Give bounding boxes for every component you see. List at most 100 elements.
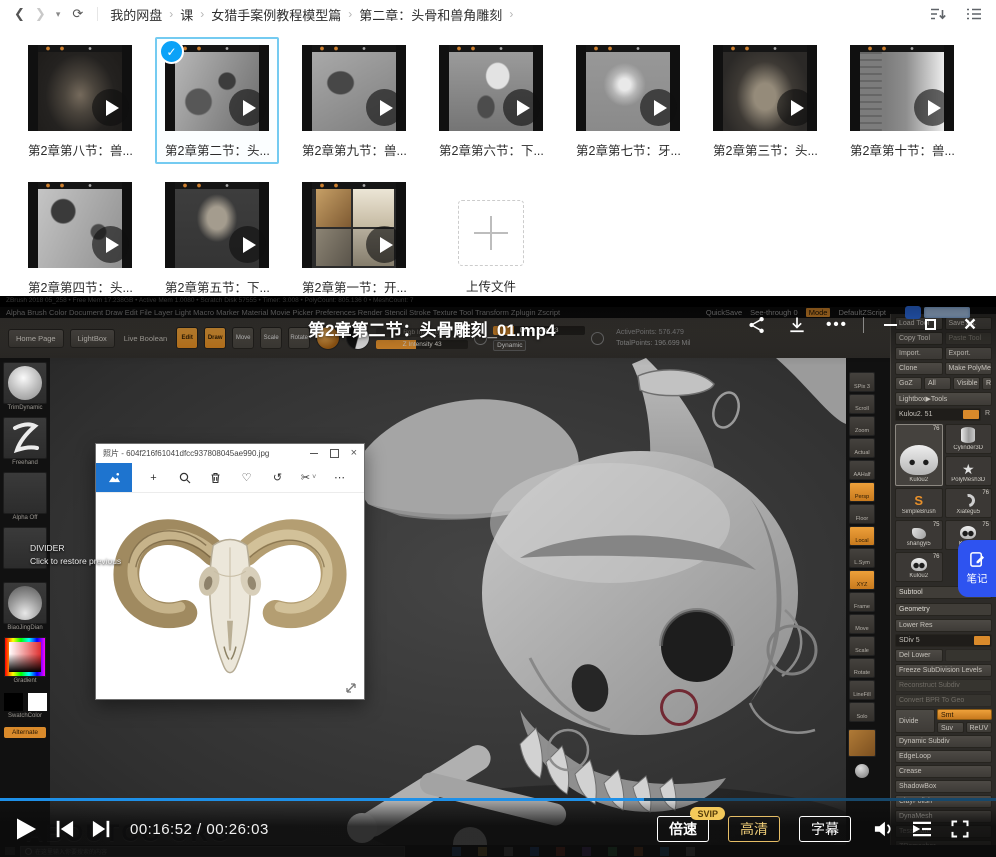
r-toggle: R (983, 408, 992, 421)
video-thumbnail[interactable] (576, 45, 680, 131)
file-card[interactable]: 第2章第六节：下... (439, 45, 543, 159)
tooltip-title: DIVIDER (30, 542, 121, 555)
tool-kulou2-selected: 76Kulou2 (895, 424, 943, 486)
volume-button[interactable] (870, 816, 897, 843)
file-card[interactable]: 第2章第一节：开... (302, 182, 406, 296)
color-swatches (3, 692, 48, 712)
breadcrumb-folder-1[interactable]: 课 (180, 5, 193, 24)
see-all-photos-icon (96, 463, 132, 492)
breadcrumb-folder-2[interactable]: 女猎手案例教程模型篇 (211, 5, 341, 24)
video-thumbnail[interactable]: ✓ (165, 45, 269, 131)
lsym-button: L.Sym (849, 548, 875, 568)
video-thumbnail[interactable] (302, 45, 406, 131)
refresh-button[interactable]: ⟳ (72, 0, 83, 28)
file-card[interactable]: 第2章第九节：兽... (302, 45, 406, 159)
video-thumbnail[interactable] (28, 182, 132, 268)
minimize-button[interactable] (870, 324, 910, 326)
file-card[interactable]: 第2章第三节：头... (713, 45, 817, 159)
file-name: 第2章第七节：牙... (576, 140, 680, 159)
note-label: 笔记 (967, 571, 988, 586)
upload-tile[interactable]: 上传文件 (439, 182, 543, 296)
video-title: 第2章第二节：头骨雕刻_01.mp4 (308, 316, 556, 341)
video-thumbnail[interactable] (28, 45, 132, 131)
back-button[interactable]: ❮ (14, 0, 25, 28)
secondary-color-swatch (27, 692, 48, 712)
share-button[interactable] (737, 315, 777, 335)
file-card[interactable]: 第2章第四节：头... (28, 182, 132, 296)
svip-badge: SVIP (690, 807, 725, 820)
breadcrumb-separator: › (200, 7, 204, 21)
thumb-toolbar-strip (312, 182, 396, 189)
next-button[interactable] (88, 816, 115, 843)
player-header-icons: ••• × (737, 314, 990, 335)
play-overlay-icon (366, 226, 403, 263)
note-button[interactable]: 笔记 (958, 540, 996, 597)
player-controls: 00:16:52 / 00:26:03 倍速SVIP 高清 字幕 (0, 801, 996, 857)
history-dropdown-icon[interactable]: ▾ (56, 0, 61, 28)
file-name: 第2章第六节：下... (439, 140, 543, 159)
divider (863, 317, 864, 333)
frame-button: Frame (849, 592, 875, 612)
all-button: All (924, 377, 951, 390)
play-overlay-icon (777, 89, 814, 126)
selected-check-icon[interactable]: ✓ (159, 39, 184, 64)
swatch-label: SwatchColor (8, 713, 42, 721)
video-thumbnail[interactable] (302, 182, 406, 268)
reuv-toggle: ReUV (966, 722, 993, 733)
sort-icon[interactable] (930, 7, 946, 21)
file-card[interactable]: 第2章第八节：兽... (28, 45, 132, 159)
aahalf-button: AAHalf (849, 460, 875, 480)
breadcrumb-folder-3[interactable]: 第二章：头骨和兽角雕刻 (359, 5, 502, 24)
time-display: 00:16:52 / 00:26:03 (130, 821, 269, 838)
thumb-toolbar-strip (38, 45, 122, 52)
speed-button[interactable]: 倍速SVIP (657, 816, 709, 842)
file-card[interactable]: 第2章第十节：兽... (850, 45, 954, 159)
linefill-button: LineFill (849, 680, 875, 700)
file-card[interactable]: 第2章第五节：下... (165, 182, 269, 296)
previous-button[interactable] (50, 816, 77, 843)
file-row-1: 第2章第八节：兽... ✓ 第2章第二节：头... 第2章第九节：兽... 第2… (28, 45, 996, 159)
list-view-icon[interactable] (966, 7, 982, 21)
material-label: BiaoJingDian (7, 625, 42, 633)
fullscreen-button[interactable] (946, 816, 973, 843)
maximize-button[interactable] (910, 319, 950, 330)
breadcrumb-separator: › (509, 7, 513, 21)
file-name: 第2章第五节：下... (165, 277, 269, 296)
upload-plus-box[interactable] (458, 200, 524, 266)
breadcrumb-my-drive[interactable]: 我的网盘 (110, 5, 162, 24)
more-button[interactable]: ••• (817, 316, 857, 333)
video-surface[interactable]: ZBrush 2018 05_258 • Free Mem 17.238GB •… (0, 296, 996, 857)
file-name: 第2章第四节：头... (28, 277, 132, 296)
video-thumbnail[interactable] (713, 45, 817, 131)
reconstruct-subdiv-button: Reconstruct Subdiv (895, 679, 992, 692)
play-overlay-icon (92, 226, 129, 263)
download-button[interactable] (777, 315, 817, 335)
video-thumbnail[interactable] (850, 45, 954, 131)
file-name: 第2章第九节：兽... (302, 140, 406, 159)
playlist-button[interactable] (908, 816, 935, 843)
persp-button: Persp (849, 482, 875, 502)
brush-cursor-ring (660, 689, 698, 726)
crease-button: Crease (895, 765, 992, 778)
delete-icon (200, 472, 231, 484)
stroke-freehand (3, 417, 47, 459)
divide-group: Divide Smt Suv ReUV (895, 709, 992, 733)
forward-button[interactable]: ❯ (35, 0, 46, 28)
close-button[interactable]: × (950, 314, 990, 335)
zbrush-right-shelf: SPix 3 Scroll Zoom Actual AAHalf Persp F… (846, 372, 878, 778)
file-card[interactable]: 第2章第七节：牙... (576, 45, 680, 159)
spix-button: SPix 3 (849, 372, 875, 392)
breadcrumb-separator: › (169, 7, 173, 21)
play-button[interactable] (12, 816, 39, 843)
video-thumbnail[interactable] (165, 182, 269, 268)
upload-label: 上传文件 (439, 276, 543, 295)
video-thumbnail[interactable] (439, 45, 543, 131)
thumb-toolbar-strip (723, 45, 807, 52)
photo-toolbar: + ♡ ↺ ✂˅ ⋯ (96, 463, 364, 493)
file-name: 第2章第二节：头... (165, 140, 269, 159)
file-grid: 第2章第八节：兽... ✓ 第2章第二节：头... 第2章第九节：兽... 第2… (0, 28, 996, 296)
subtitle-button[interactable]: 字幕 (799, 816, 851, 842)
hd-quality-button[interactable]: 高清 (728, 816, 780, 842)
file-name: 第2章第八节：兽... (28, 140, 132, 159)
file-card-selected[interactable]: ✓ 第2章第二节：头... (165, 45, 269, 159)
